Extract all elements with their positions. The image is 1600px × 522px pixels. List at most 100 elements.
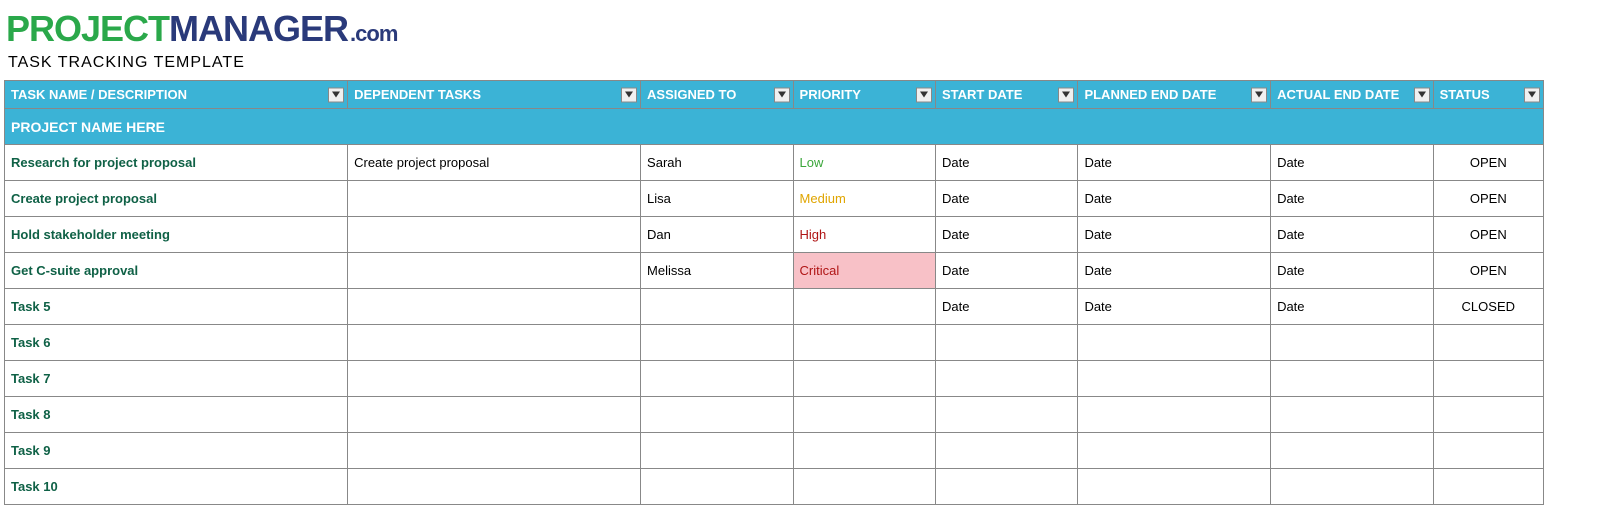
cell-actual[interactable]: Date [1271,181,1434,217]
cell-dependent[interactable] [348,361,641,397]
cell-planned[interactable]: Date [1078,289,1271,325]
cell-start[interactable] [935,361,1077,397]
cell-planned[interactable] [1078,361,1271,397]
cell-planned[interactable] [1078,325,1271,361]
cell-task[interactable]: Task 7 [5,361,348,397]
cell-task[interactable]: Task 9 [5,433,348,469]
cell-task[interactable]: Create project proposal [5,181,348,217]
cell-planned[interactable]: Date [1078,181,1271,217]
cell-assigned[interactable] [641,361,793,397]
cell-assigned[interactable] [641,325,793,361]
cell-start[interactable] [935,325,1077,361]
filter-dropdown-icon[interactable] [774,87,790,102]
cell-dependent[interactable] [348,325,641,361]
cell-dependent[interactable]: Create project proposal [348,145,641,181]
cell-actual[interactable] [1271,397,1434,433]
cell-status[interactable] [1433,361,1543,397]
cell-assigned[interactable]: Sarah [641,145,793,181]
cell-assigned[interactable]: Melissa [641,253,793,289]
cell-status[interactable] [1433,433,1543,469]
cell-dependent[interactable] [348,469,641,505]
cell-assigned[interactable] [641,289,793,325]
cell-actual[interactable] [1271,469,1434,505]
cell-dependent[interactable] [348,253,641,289]
task-table: PROJECT NAME HERE TASK NAME / DESCRIPTIO… [4,80,1544,505]
cell-status[interactable]: OPEN [1433,181,1543,217]
cell-task[interactable]: Task 6 [5,325,348,361]
cell-priority[interactable]: Low [793,145,935,181]
cell-task[interactable]: Task 5 [5,289,348,325]
cell-priority[interactable] [793,289,935,325]
cell-status[interactable]: CLOSED [1433,289,1543,325]
filter-dropdown-icon[interactable] [1414,87,1430,102]
cell-assigned[interactable] [641,397,793,433]
cell-actual[interactable]: Date [1271,217,1434,253]
cell-status[interactable]: OPEN [1433,145,1543,181]
column-label: DEPENDENT TASKS [354,87,481,102]
filter-dropdown-icon[interactable] [916,87,932,102]
cell-status[interactable] [1433,469,1543,505]
cell-assigned[interactable]: Lisa [641,181,793,217]
cell-priority[interactable]: High [793,217,935,253]
cell-task[interactable]: Get C-suite approval [5,253,348,289]
brand-logo: PROJECT MANAGER .com [6,8,1596,50]
table-row: Get C-suite approvalMelissaCriticalDateD… [5,253,1544,289]
cell-priority[interactable] [793,361,935,397]
cell-start[interactable]: Date [935,253,1077,289]
cell-task[interactable]: Task 8 [5,397,348,433]
cell-assigned[interactable] [641,469,793,505]
logo-part-manager: MANAGER [169,8,348,50]
cell-dependent[interactable] [348,181,641,217]
cell-priority[interactable]: Critical [793,253,935,289]
filter-dropdown-icon[interactable] [328,87,344,102]
cell-status[interactable]: OPEN [1433,217,1543,253]
cell-status[interactable]: OPEN [1433,253,1543,289]
cell-planned[interactable] [1078,397,1271,433]
cell-dependent[interactable] [348,433,641,469]
cell-actual[interactable]: Date [1271,253,1434,289]
cell-task[interactable]: Task 10 [5,469,348,505]
column-header: PRIORITY [793,81,935,109]
cell-task[interactable]: Hold stakeholder meeting [5,217,348,253]
filter-dropdown-icon[interactable] [1524,87,1540,102]
cell-planned[interactable]: Date [1078,217,1271,253]
cell-assigned[interactable] [641,433,793,469]
column-header: TASK NAME / DESCRIPTION [5,81,348,109]
cell-start[interactable]: Date [935,289,1077,325]
cell-actual[interactable] [1271,361,1434,397]
filter-dropdown-icon[interactable] [621,87,637,102]
cell-priority[interactable]: Medium [793,181,935,217]
template-title: TASK TRACKING TEMPLATE [8,54,1596,72]
cell-priority[interactable] [793,469,935,505]
cell-planned[interactable] [1078,433,1271,469]
cell-actual[interactable]: Date [1271,289,1434,325]
cell-start[interactable] [935,469,1077,505]
column-header: STATUS [1433,81,1543,109]
cell-planned[interactable]: Date [1078,145,1271,181]
cell-priority[interactable] [793,325,935,361]
cell-priority[interactable] [793,397,935,433]
column-label: START DATE [942,87,1022,102]
cell-task[interactable]: Research for project proposal [5,145,348,181]
cell-dependent[interactable] [348,397,641,433]
cell-start[interactable]: Date [935,181,1077,217]
filter-dropdown-icon[interactable] [1251,87,1267,102]
cell-dependent[interactable] [348,217,641,253]
cell-assigned[interactable]: Dan [641,217,793,253]
cell-start[interactable]: Date [935,145,1077,181]
cell-actual[interactable]: Date [1271,145,1434,181]
cell-start[interactable] [935,397,1077,433]
filter-dropdown-icon[interactable] [1058,87,1074,102]
cell-priority[interactable] [793,433,935,469]
cell-planned[interactable]: Date [1078,253,1271,289]
project-name-cell[interactable]: PROJECT NAME HERE [5,109,1544,145]
cell-dependent[interactable] [348,289,641,325]
cell-start[interactable] [935,433,1077,469]
cell-start[interactable]: Date [935,217,1077,253]
cell-status[interactable] [1433,397,1543,433]
table-row: Task 7 [5,361,1544,397]
cell-actual[interactable] [1271,433,1434,469]
cell-actual[interactable] [1271,325,1434,361]
cell-status[interactable] [1433,325,1543,361]
cell-planned[interactable] [1078,469,1271,505]
